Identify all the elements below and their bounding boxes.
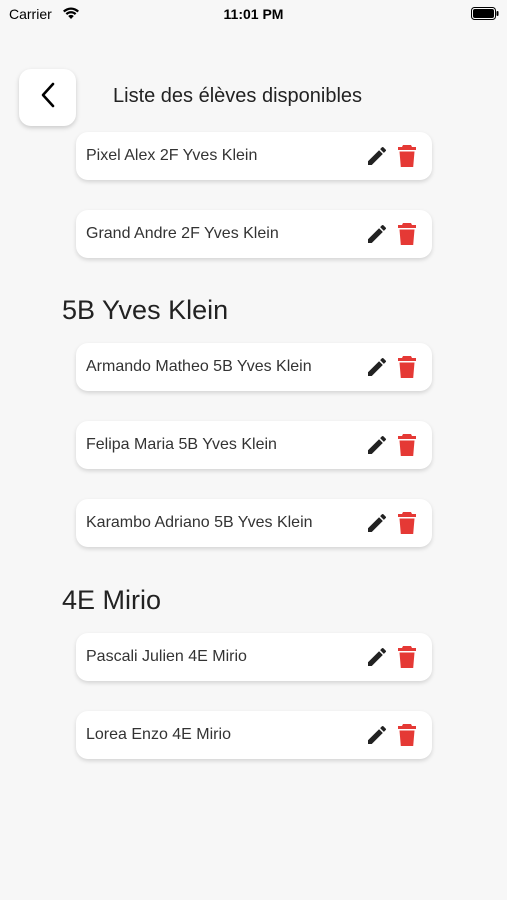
pencil-icon[interactable] [365, 723, 389, 747]
trash-icon[interactable] [397, 222, 417, 246]
pencil-icon[interactable] [365, 222, 389, 246]
section-header: 4E Mirio [62, 585, 162, 615]
student-card[interactable]: Lorea Enzo 4E Mirio [76, 711, 432, 759]
battery-icon [471, 7, 499, 23]
trash-icon[interactable] [397, 355, 417, 379]
trash-icon[interactable] [397, 645, 417, 669]
student-card[interactable]: Grand Andre 2F Yves Klein [76, 210, 432, 258]
pencil-icon[interactable] [365, 511, 389, 535]
chevron-left-icon [40, 82, 56, 113]
student-card[interactable]: Felipa Maria 5B Yves Klein [76, 421, 432, 469]
back-button[interactable] [19, 69, 76, 126]
trash-icon[interactable] [397, 511, 417, 535]
status-bar: Carrier 11:01 PM [0, 0, 507, 30]
section-header: 5B Yves Klein [62, 295, 229, 325]
student-card[interactable]: Pascali Julien 4E Mirio [76, 633, 432, 681]
student-name: Pascali Julien 4E Mirio [86, 648, 247, 665]
student-name: Karambo Adriano 5B Yves Klein [86, 514, 313, 531]
trash-icon[interactable] [397, 144, 417, 168]
student-name: Grand Andre 2F Yves Klein [86, 225, 279, 242]
trash-icon[interactable] [397, 723, 417, 747]
trash-icon[interactable] [397, 433, 417, 457]
student-name: Armando Matheo 5B Yves Klein [86, 358, 312, 375]
student-name: Pixel Alex 2F Yves Klein [86, 147, 258, 164]
student-card[interactable]: Karambo Adriano 5B Yves Klein [76, 499, 432, 547]
pencil-icon[interactable] [365, 433, 389, 457]
student-name: Felipa Maria 5B Yves Klein [86, 436, 277, 453]
status-time: 11:01 PM [223, 6, 284, 22]
page-title: Liste des élèves disponibles [113, 85, 363, 107]
student-name: Lorea Enzo 4E Mirio [86, 726, 231, 743]
pencil-icon[interactable] [365, 355, 389, 379]
student-card[interactable]: Pixel Alex 2F Yves Klein [76, 132, 432, 180]
pencil-icon[interactable] [365, 144, 389, 168]
student-card[interactable]: Armando Matheo 5B Yves Klein [76, 343, 432, 391]
pencil-icon[interactable] [365, 645, 389, 669]
